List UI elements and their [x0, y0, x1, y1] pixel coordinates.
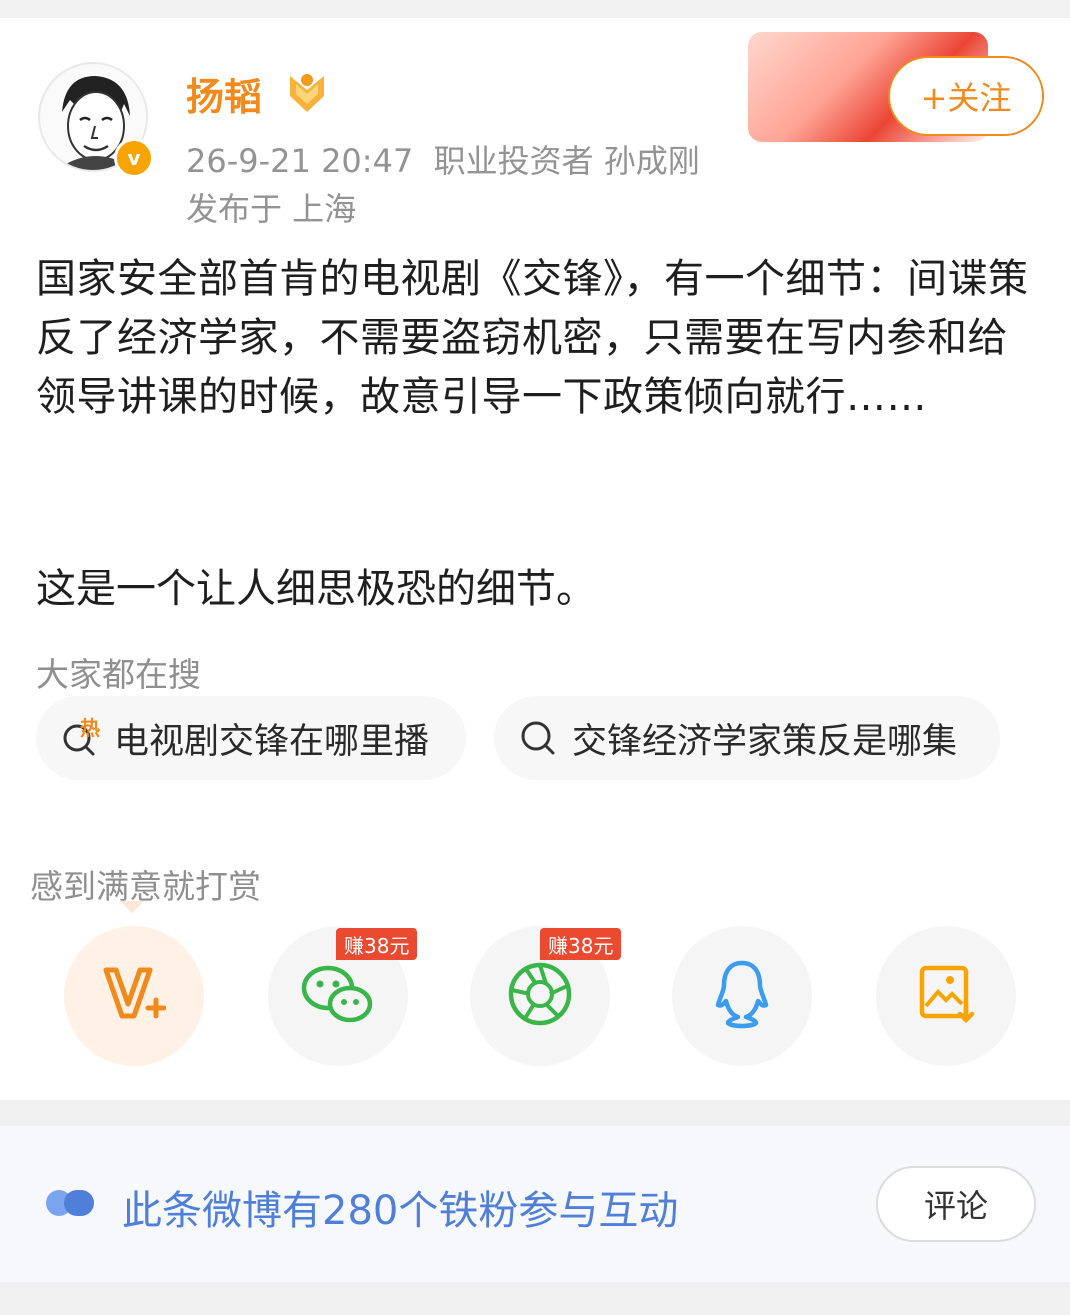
search-chip-2[interactable]: 交锋经济学家策反是哪集: [494, 696, 1000, 780]
earn-badge: 赚38元: [540, 928, 622, 960]
post-timestamp: 26-9-21 20:47: [186, 142, 414, 180]
moments-icon: [506, 960, 574, 1032]
search-icon: [518, 718, 558, 758]
fans-icon: [44, 1186, 96, 1220]
follow-button[interactable]: +关注: [888, 56, 1044, 136]
top-divider: [0, 0, 1070, 18]
search-chip-label: 交锋经济学家策反是哪集: [572, 721, 958, 762]
reward-pointer: [120, 900, 144, 914]
wechat-icon: [300, 962, 376, 1030]
fan-interaction-text[interactable]: 此条微博有280个铁粉参与互动: [122, 1178, 678, 1236]
earn-badge: 赚38元: [336, 928, 418, 960]
save-image-icon: [916, 962, 976, 1030]
bottom-divider: [0, 1282, 1070, 1315]
username[interactable]: 扬韬: [186, 66, 262, 121]
hot-mark: 热: [80, 716, 100, 740]
comment-button[interactable]: 评论: [876, 1166, 1036, 1242]
vip-medal-icon: [284, 70, 330, 116]
post-location: 发布于 上海: [186, 190, 357, 228]
trending-search-heading: 大家都在搜: [36, 655, 201, 694]
qq-icon: [712, 959, 772, 1033]
post-body-paragraph-2: 这是一个让人细思极恐的细节。: [36, 566, 596, 612]
v-plus-icon: [102, 964, 167, 1028]
post-meta: 26-9-21 20:47 职业投资者 孙成刚: [186, 136, 700, 182]
section-divider: [0, 1100, 1070, 1126]
reward-heading[interactable]: 感到满意就打赏: [30, 860, 261, 908]
save-image-button[interactable]: [876, 926, 1016, 1066]
v-plus-button[interactable]: [64, 926, 204, 1066]
hot-search-icon: 热: [60, 716, 100, 758]
qq-share-button[interactable]: [672, 926, 812, 1066]
search-chip-1[interactable]: 热 电视剧交锋在哪里播: [36, 696, 466, 780]
post-body-paragraph-1: 国家安全部首肯的电视剧《交锋》，有一个细节：间谍策反了经济学家，不需要盗窃机密，…: [36, 256, 1029, 420]
search-chip-label: 电视剧交锋在哪里播: [114, 721, 430, 762]
verified-icon: v: [114, 138, 154, 178]
post-source: 职业投资者 孙成刚: [433, 142, 700, 180]
post-card: v 扬韬 26-9-21 20:47 职业投资者 孙成刚 发布于 上海 +关注 …: [0, 18, 1070, 1100]
